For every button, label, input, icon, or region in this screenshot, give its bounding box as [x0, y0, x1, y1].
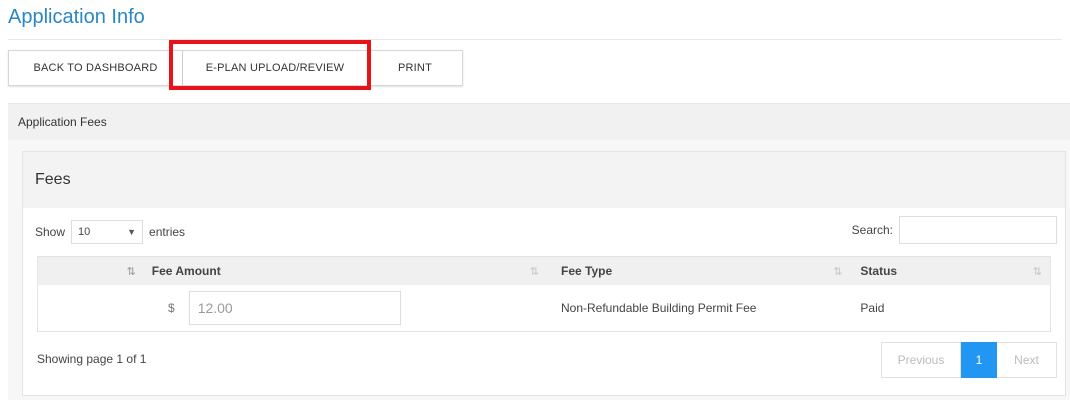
fee-amount-cell: $ 12.00: [38, 285, 547, 331]
caret-down-icon: ▼: [127, 227, 137, 237]
currency-symbol: $: [168, 301, 175, 315]
title-divider: [8, 39, 1062, 40]
fees-card: Fees Show 10 ▼ entries Search: ⇅ Fee Amo…: [22, 151, 1066, 396]
show-label: Show: [35, 225, 66, 239]
table-row: $ 12.00 Non-Refundable Building Permit F…: [38, 285, 1050, 331]
fee-amount-field[interactable]: 12.00: [188, 291, 401, 325]
column-label: Fee Type: [561, 264, 613, 278]
back-to-dashboard-button[interactable]: BACK TO DASHBOARD: [8, 50, 183, 86]
table-header: ⇅ Fee Amount ⇅ Fee Type ⇅ Status ⇅: [38, 257, 1050, 285]
column-label: Status: [860, 264, 898, 278]
entries-select[interactable]: 10 ▼: [71, 220, 144, 244]
fee-type-cell: Non-Refundable Building Permit Fee: [547, 285, 850, 331]
fee-type-text: Non-Refundable Building Permit Fee: [561, 301, 757, 315]
pagination: Previous 1 Next: [881, 342, 1057, 378]
fees-table: ⇅ Fee Amount ⇅ Fee Type ⇅ Status ⇅ $ 12.…: [37, 256, 1051, 332]
page-1-button[interactable]: 1: [961, 342, 997, 378]
panel-header: Application Fees: [8, 104, 1070, 140]
sort-icon: ⇅: [529, 265, 539, 278]
eplan-upload-review-button[interactable]: E-PLAN UPLOAD/REVIEW: [183, 50, 368, 86]
column-header-status[interactable]: Status ⇅: [850, 257, 1050, 285]
entries-length-control: Show 10 ▼ entries: [35, 220, 185, 244]
search-control: Search:: [852, 216, 1057, 244]
sort-icon: ⇅: [1032, 265, 1043, 278]
page-title: Application Info: [8, 6, 145, 28]
print-button[interactable]: PRINT: [368, 50, 463, 86]
toolbar: BACK TO DASHBOARD E-PLAN UPLOAD/REVIEW P…: [8, 50, 463, 86]
previous-page-button[interactable]: Previous: [881, 342, 961, 378]
table-info: Showing page 1 of 1: [37, 352, 147, 366]
application-fees-panel: Application Fees Fees Show 10 ▼ entries …: [8, 103, 1070, 400]
fees-card-title: Fees: [23, 152, 1065, 208]
sort-asc-icon: ⇅: [126, 265, 136, 278]
entries-label: entries: [149, 225, 186, 239]
status-cell: Paid: [850, 285, 1050, 331]
search-label: Search:: [851, 223, 893, 237]
column-label: Fee Amount: [151, 264, 221, 278]
status-text: Paid: [860, 301, 885, 315]
column-header-fee-amount[interactable]: Fee Amount ⇅: [144, 257, 547, 285]
search-input[interactable]: [899, 216, 1057, 244]
entries-value: 10: [78, 226, 91, 238]
sort-icon: ⇅: [833, 265, 843, 278]
column-header-fee-type[interactable]: Fee Type ⇅: [547, 257, 850, 285]
column-header-sort[interactable]: ⇅: [38, 257, 144, 285]
next-page-button[interactable]: Next: [997, 342, 1057, 378]
